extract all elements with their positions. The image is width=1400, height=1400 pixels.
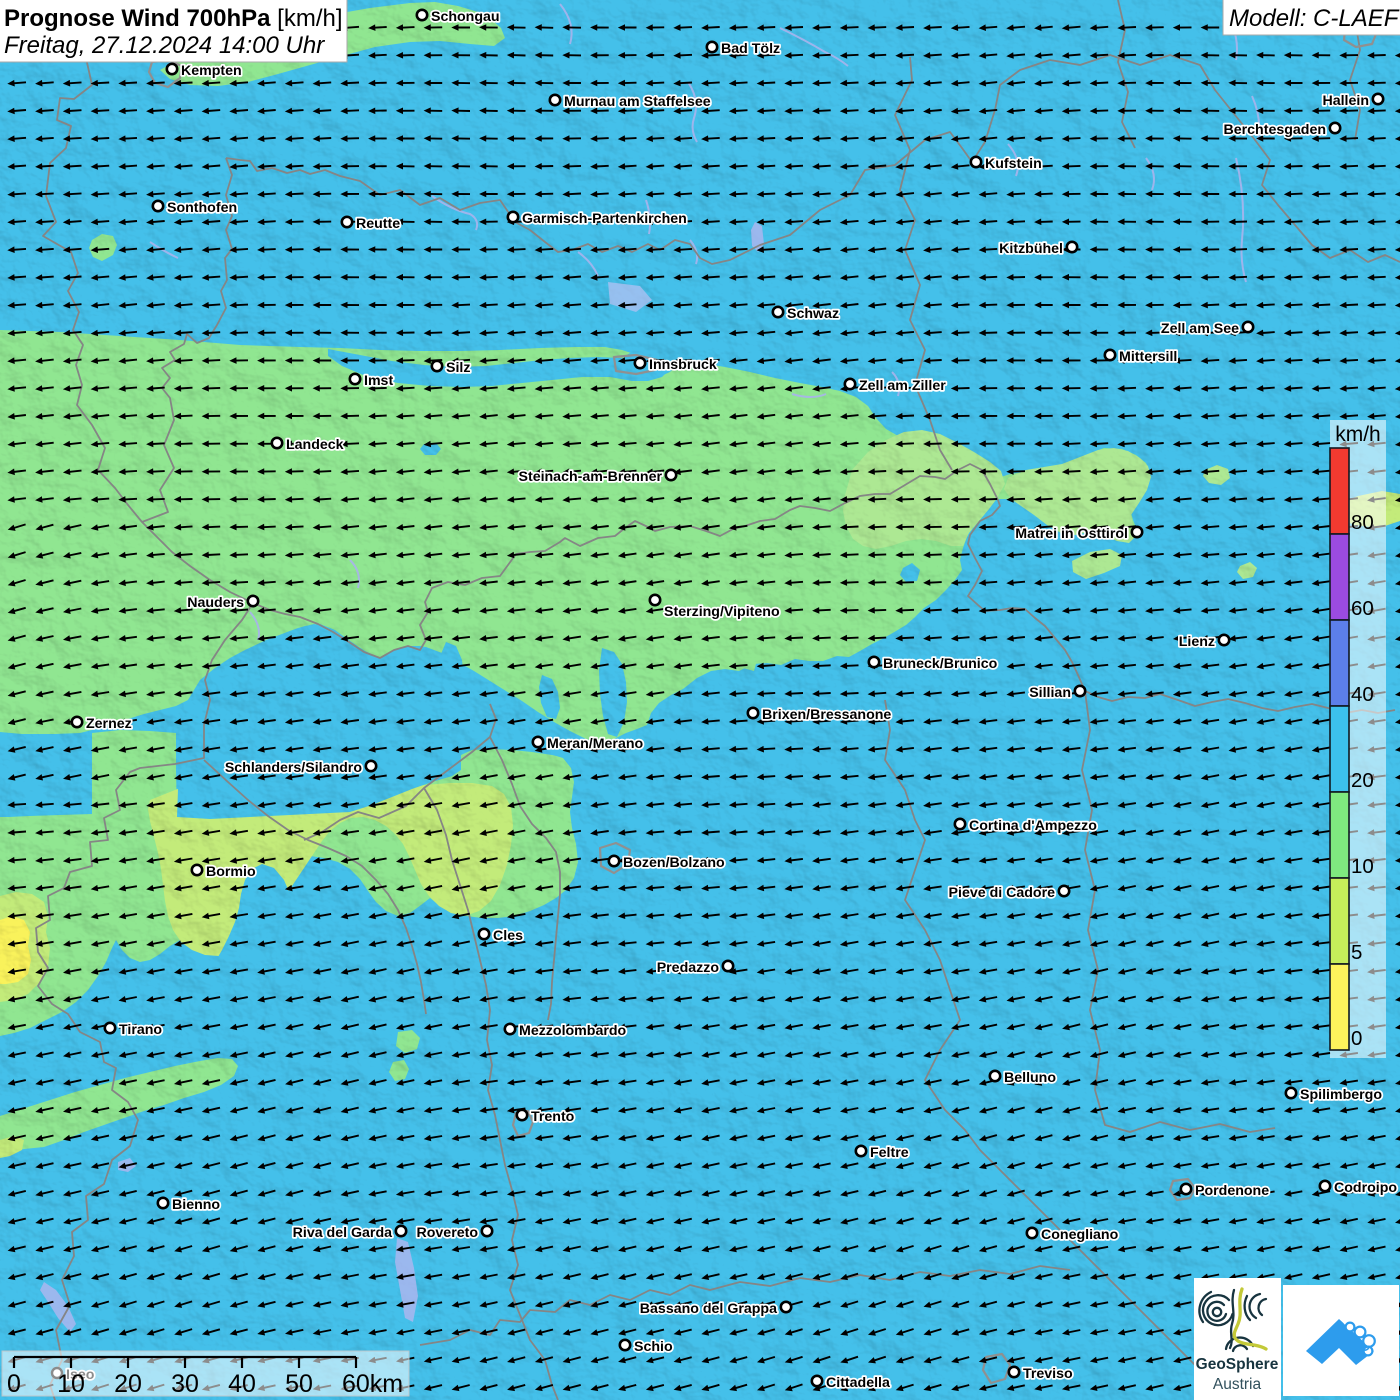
svg-text:10: 10 bbox=[1351, 855, 1374, 878]
svg-text:km/h: km/h bbox=[1335, 423, 1381, 446]
svg-text:Austria: Austria bbox=[1213, 1376, 1262, 1393]
svg-text:Bienno: Bienno bbox=[172, 1197, 220, 1213]
svg-text:Treviso: Treviso bbox=[1023, 1366, 1073, 1382]
svg-text:40: 40 bbox=[1351, 683, 1374, 706]
svg-text:Rovereto: Rovereto bbox=[417, 1225, 479, 1241]
svg-text:60km: 60km bbox=[342, 1370, 403, 1398]
svg-text:Schongau: Schongau bbox=[431, 9, 500, 25]
svg-text:30: 30 bbox=[171, 1370, 199, 1398]
svg-text:Lienz: Lienz bbox=[1179, 634, 1215, 650]
svg-text:Silz: Silz bbox=[446, 360, 470, 376]
svg-text:5: 5 bbox=[1351, 941, 1362, 964]
svg-text:Tirano: Tirano bbox=[119, 1022, 162, 1038]
svg-text:Trento: Trento bbox=[531, 1109, 575, 1125]
svg-text:Codroipo: Codroipo bbox=[1334, 1180, 1397, 1196]
svg-text:Cles: Cles bbox=[493, 928, 523, 944]
svg-text:Reutte: Reutte bbox=[356, 216, 400, 232]
svg-text:Murnau am Staffelsee: Murnau am Staffelsee bbox=[564, 94, 711, 110]
svg-text:Schlanders/Silandro: Schlanders/Silandro bbox=[225, 760, 363, 776]
svg-text:Mittersill: Mittersill bbox=[1119, 349, 1177, 365]
svg-text:Bormio: Bormio bbox=[206, 864, 256, 880]
svg-text:Steinach-am-Brenner: Steinach-am-Brenner bbox=[519, 469, 663, 485]
svg-text:Meran/Merano: Meran/Merano bbox=[547, 736, 644, 752]
svg-text:GeoSphere: GeoSphere bbox=[1196, 1356, 1279, 1373]
svg-text:Modell: C-LAEF: Modell: C-LAEF bbox=[1229, 5, 1400, 32]
svg-text:Sillian: Sillian bbox=[1029, 685, 1071, 701]
svg-text:Garmisch-Partenkirchen: Garmisch-Partenkirchen bbox=[522, 211, 687, 227]
svg-text:20: 20 bbox=[114, 1370, 142, 1398]
svg-text:Bruneck/Brunico: Bruneck/Brunico bbox=[883, 656, 998, 672]
svg-text:Bad Tölz: Bad Tölz bbox=[721, 41, 780, 57]
svg-text:20: 20 bbox=[1351, 769, 1374, 792]
svg-text:Schwaz: Schwaz bbox=[787, 306, 839, 322]
svg-text:Zell am See: Zell am See bbox=[1161, 321, 1239, 337]
svg-text:50: 50 bbox=[285, 1370, 313, 1398]
svg-text:Mezzolombardo: Mezzolombardo bbox=[519, 1023, 627, 1039]
svg-text:Cortina d'Ampezzo: Cortina d'Ampezzo bbox=[969, 818, 1097, 834]
svg-text:0: 0 bbox=[1351, 1027, 1362, 1050]
svg-text:Riva del Garda: Riva del Garda bbox=[293, 1225, 392, 1241]
svg-text:Cittadella: Cittadella bbox=[826, 1375, 890, 1391]
svg-text:Kempten: Kempten bbox=[181, 63, 242, 79]
svg-text:Zernez: Zernez bbox=[86, 716, 132, 732]
svg-text:Freitag, 27.12.2024 14:00 Uhr: Freitag, 27.12.2024 14:00 Uhr bbox=[4, 32, 325, 59]
svg-text:Zell am Ziller: Zell am Ziller bbox=[859, 378, 946, 394]
svg-text:Kitzbühel: Kitzbühel bbox=[999, 241, 1063, 257]
svg-text:0: 0 bbox=[7, 1370, 21, 1398]
svg-text:Matrei in Osttirol: Matrei in Osttirol bbox=[1015, 526, 1128, 542]
svg-text:Imst: Imst bbox=[364, 373, 393, 389]
svg-text:Spilimbergo: Spilimbergo bbox=[1300, 1087, 1382, 1103]
svg-text:Berchtesgaden: Berchtesgaden bbox=[1224, 122, 1327, 138]
svg-text:Sterzing/Vipiteno: Sterzing/Vipiteno bbox=[664, 604, 780, 620]
svg-text:Conegliano: Conegliano bbox=[1041, 1227, 1119, 1243]
svg-text:Belluno: Belluno bbox=[1004, 1070, 1056, 1086]
svg-text:Bozen/Bolzano: Bozen/Bolzano bbox=[623, 855, 725, 871]
svg-text:Sonthofen: Sonthofen bbox=[167, 200, 237, 216]
svg-text:Innsbruck: Innsbruck bbox=[649, 357, 717, 373]
svg-text:Pieve di Cadore: Pieve di Cadore bbox=[949, 885, 1056, 901]
svg-text:Landeck: Landeck bbox=[286, 437, 344, 453]
svg-text:Prognose Wind 700hPa [km/h]: Prognose Wind 700hPa [km/h] bbox=[4, 5, 343, 32]
svg-text:Kufstein: Kufstein bbox=[985, 156, 1042, 172]
svg-text:Pordenone: Pordenone bbox=[1195, 1183, 1269, 1199]
svg-text:40: 40 bbox=[228, 1370, 256, 1398]
svg-text:10: 10 bbox=[57, 1370, 85, 1398]
svg-text:Schio: Schio bbox=[634, 1339, 673, 1355]
svg-text:Predazzo: Predazzo bbox=[657, 960, 720, 976]
svg-text:Bassano del Grappa: Bassano del Grappa bbox=[640, 1301, 777, 1317]
svg-text:Feltre: Feltre bbox=[870, 1145, 909, 1161]
svg-text:60: 60 bbox=[1351, 597, 1374, 620]
svg-text:Hallein: Hallein bbox=[1322, 93, 1369, 109]
svg-text:Nauders: Nauders bbox=[187, 595, 244, 611]
svg-text:80: 80 bbox=[1351, 511, 1374, 534]
svg-text:Brixen/Bressanone: Brixen/Bressanone bbox=[762, 707, 891, 723]
